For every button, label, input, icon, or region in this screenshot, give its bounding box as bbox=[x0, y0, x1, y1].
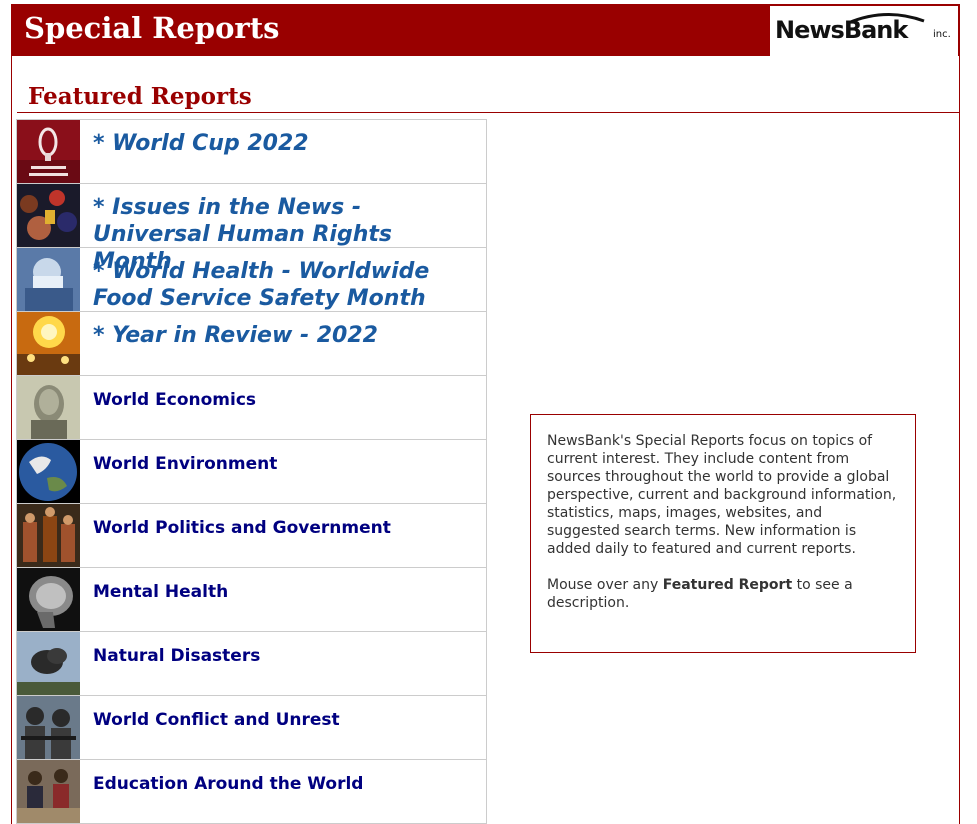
logo-text: NewsBank bbox=[775, 16, 908, 44]
report-list: * World Cup 2022 * Issues in the News - … bbox=[16, 119, 487, 824]
report-label[interactable]: Education Around the World bbox=[93, 774, 478, 794]
soldiers-image[interactable] bbox=[17, 504, 80, 567]
report-item[interactable]: * Issues in the News - Universal Human R… bbox=[17, 184, 486, 274]
hint-text-bold: Featured Report bbox=[662, 577, 793, 593]
mouseover-hint: Mouse over any Featured Report to see a … bbox=[547, 576, 899, 612]
armed-soldiers-image[interactable] bbox=[17, 696, 80, 759]
report-item[interactable]: Education Around the World bbox=[17, 760, 486, 824]
smoke-plume-image[interactable] bbox=[17, 632, 80, 695]
report-label[interactable]: * World Cup 2022 bbox=[93, 130, 478, 157]
report-label[interactable]: Natural Disasters bbox=[93, 646, 478, 666]
report-item[interactable]: World Politics and Government bbox=[17, 504, 486, 568]
page-title: Special Reports bbox=[24, 11, 280, 45]
report-item[interactable]: World Environment bbox=[17, 440, 486, 504]
report-item[interactable]: * Year in Review - 2022 bbox=[17, 312, 486, 376]
report-item[interactable]: * World Cup 2022 bbox=[17, 120, 486, 184]
section-divider bbox=[17, 112, 959, 113]
fireworks-candles-image[interactable] bbox=[17, 312, 80, 375]
report-item[interactable]: Mental Health bbox=[17, 568, 486, 632]
description-box: NewsBank's Special Reports focus on topi… bbox=[530, 414, 916, 653]
crowd-protest-image[interactable] bbox=[17, 184, 80, 247]
report-item[interactable]: World Economics bbox=[17, 376, 486, 440]
earth-globe-image[interactable] bbox=[17, 440, 80, 503]
report-label[interactable]: World Conflict and Unrest bbox=[93, 710, 478, 730]
report-item[interactable]: World Conflict and Unrest bbox=[17, 696, 486, 760]
report-item[interactable]: * World Health - Worldwide Food Service … bbox=[17, 248, 486, 312]
report-label[interactable]: * Year in Review - 2022 bbox=[93, 322, 478, 349]
report-label[interactable]: * World Health - Worldwide Food Service … bbox=[93, 258, 478, 312]
logo-suffix: inc. bbox=[933, 29, 951, 40]
world-cup-trophy-image[interactable] bbox=[17, 120, 80, 183]
header-bar: Special Reports NewsBank inc. bbox=[12, 5, 959, 56]
description-text: NewsBank's Special Reports focus on topi… bbox=[547, 433, 897, 557]
classroom-image[interactable] bbox=[17, 760, 80, 823]
brain-scan-image[interactable] bbox=[17, 568, 80, 631]
report-label[interactable]: Mental Health bbox=[93, 582, 478, 602]
report-item[interactable]: Natural Disasters bbox=[17, 632, 486, 696]
surgeon-image[interactable] bbox=[17, 248, 80, 311]
report-label[interactable]: World Economics bbox=[93, 390, 478, 410]
report-label[interactable]: World Environment bbox=[93, 454, 478, 474]
banknote-portrait-image[interactable] bbox=[17, 376, 80, 439]
report-label[interactable]: World Politics and Government bbox=[93, 518, 478, 538]
featured-reports-heading: Featured Reports bbox=[28, 83, 252, 110]
hint-text-before: Mouse over any bbox=[547, 577, 663, 593]
newsbank-logo[interactable]: NewsBank inc. bbox=[770, 6, 958, 56]
